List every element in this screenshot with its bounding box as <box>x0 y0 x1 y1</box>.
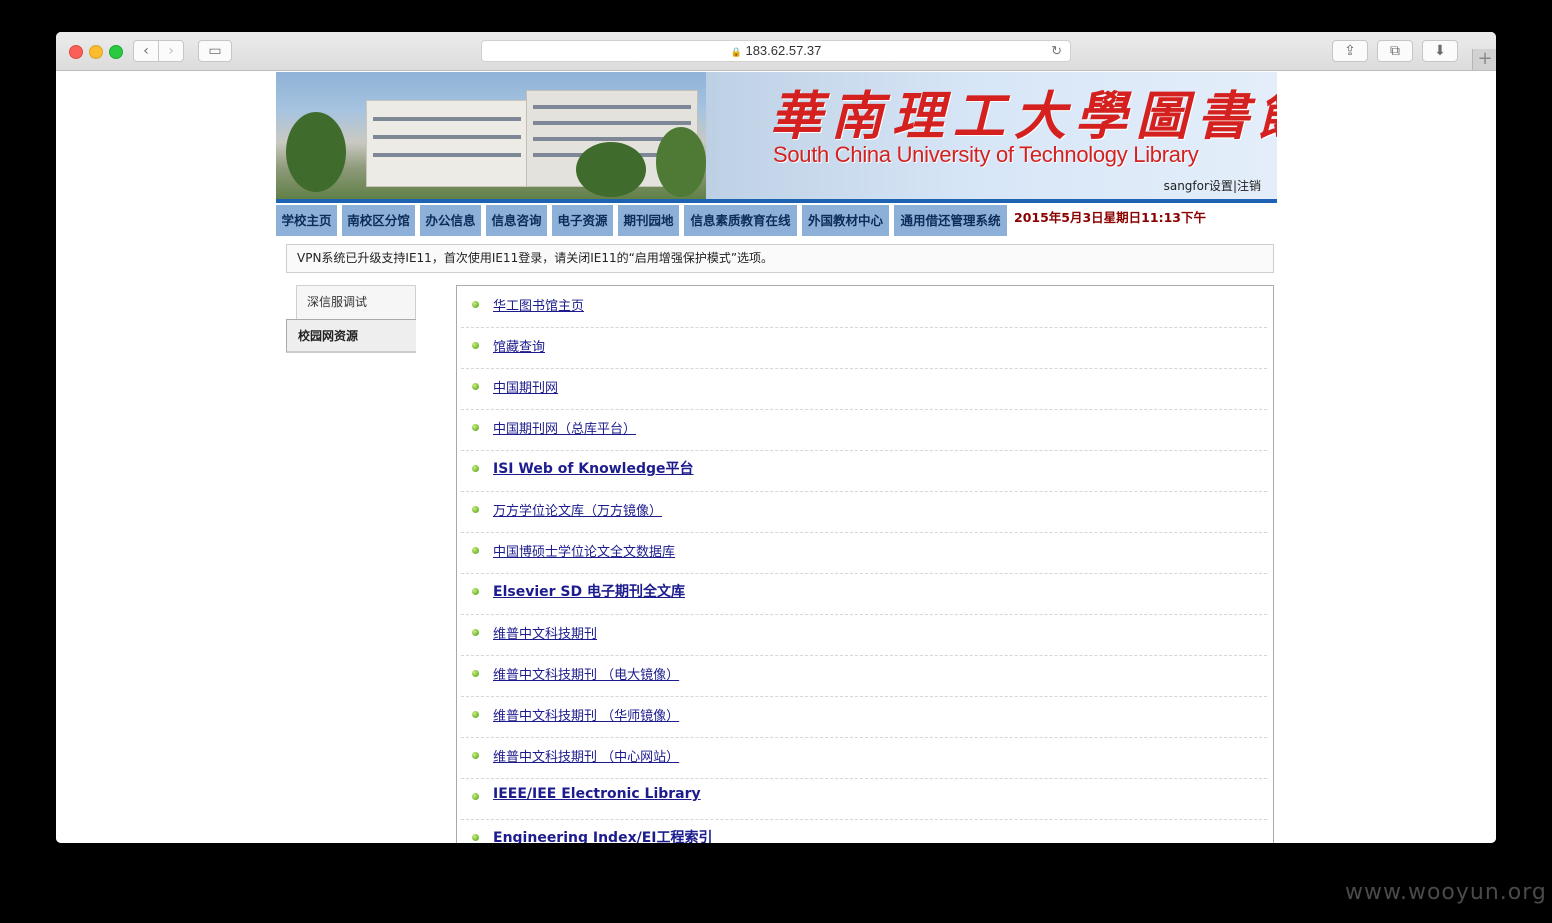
list-item: 中国期刊网（总库平台） <box>461 409 1267 451</box>
lock-icon: 🔒 <box>730 47 742 57</box>
bullet-icon <box>472 752 479 759</box>
bullet-icon <box>472 301 479 308</box>
resource-link[interactable]: Engineering Index/EI工程索引 <box>493 827 712 843</box>
close-window-button[interactable] <box>69 45 83 59</box>
list-item: 维普中文科技期刊 （华师镜像） <box>461 696 1267 738</box>
list-item: Engineering Index/EI工程索引 <box>461 819 1267 843</box>
resource-link[interactable]: IEEE/IEE Electronic Library <box>493 786 701 802</box>
tree-image <box>656 127 706 197</box>
bullet-icon <box>472 711 479 718</box>
library-title-chinese: 華南理工大學圖書館 <box>770 86 1277 147</box>
browser-window: ‹ › ▭ 🔒 183.62.57.37 ↻ ⇪ ⧉ ⬇ + 華南理工大學圖書館… <box>56 32 1496 843</box>
bullet-icon <box>472 670 479 677</box>
library-title-english: South China University of Technology Lib… <box>773 142 1199 167</box>
resource-link[interactable]: 万方学位论文库（万方镜像） <box>493 500 662 519</box>
building-image <box>366 100 528 187</box>
logout-link[interactable]: 注销 <box>1237 179 1261 193</box>
resource-list: 华工图书馆主页 馆藏查询 中国期刊网 中国期刊网（总库平台） ISI Web o… <box>456 285 1274 843</box>
nav-item-circulation-system[interactable]: 通用借还管理系统 <box>894 205 1008 236</box>
current-date: 2015年5月3日星期日11:13下午 <box>1014 210 1206 225</box>
bullet-icon <box>472 834 479 841</box>
bullet-icon <box>472 506 479 513</box>
left-menu-item-campus-resources[interactable]: 校园网资源 <box>286 319 416 353</box>
resource-link[interactable]: 维普中文科技期刊 （华师镜像） <box>493 705 679 724</box>
nav-item-south-campus[interactable]: 南校区分馆 <box>342 205 416 236</box>
bullet-icon <box>472 424 479 431</box>
campus-photo <box>276 72 706 200</box>
downloads-button[interactable]: ⬇ <box>1422 40 1458 62</box>
zoom-window-button[interactable] <box>109 45 123 59</box>
tabs-icon: ⧉ <box>1390 43 1400 59</box>
url-text: 183.62.57.37 <box>745 43 822 58</box>
resource-link[interactable]: 维普中文科技期刊 （中心网站） <box>493 746 679 765</box>
list-item: IEEE/IEE Electronic Library <box>461 778 1267 820</box>
share-icon: ⇪ <box>1344 43 1356 59</box>
tree-image <box>576 142 646 197</box>
resource-link[interactable]: ISI Web of Knowledge平台 <box>493 458 694 478</box>
list-item: Elsevier SD 电子期刊全文库 <box>461 573 1267 615</box>
nav-item-info-consult[interactable]: 信息咨询 <box>486 205 548 236</box>
tree-image <box>286 112 346 192</box>
resource-link[interactable]: 中国期刊网 <box>493 377 558 396</box>
resource-link[interactable]: 维普中文科技期刊 （电大镜像） <box>493 664 679 683</box>
reload-icon[interactable]: ↻ <box>1051 41 1062 61</box>
nav-item-journals[interactable]: 期刊园地 <box>618 205 680 236</box>
tabs-overview-button[interactable]: ⧉ <box>1377 40 1413 62</box>
bullet-icon <box>472 342 479 349</box>
user-links: sangfor设置|注销 <box>1164 177 1261 194</box>
bullet-icon <box>472 383 479 390</box>
list-item: 维普中文科技期刊 （电大镜像） <box>461 655 1267 697</box>
nav-item-office-info[interactable]: 办公信息 <box>420 205 482 236</box>
new-tab-button[interactable]: + <box>1472 49 1496 70</box>
bullet-icon <box>472 588 479 595</box>
list-item: 中国期刊网 <box>461 368 1267 410</box>
nav-item-foreign-textbooks[interactable]: 外国教材中心 <box>802 205 890 236</box>
banner-divider <box>276 199 1277 203</box>
minimize-window-button[interactable] <box>89 45 103 59</box>
resource-link[interactable]: 维普中文科技期刊 <box>493 623 597 642</box>
list-item: 万方学位论文库（万方镜像） <box>461 491 1267 533</box>
back-button[interactable]: ‹ <box>133 40 159 62</box>
browser-toolbar: ‹ › ▭ 🔒 183.62.57.37 ↻ ⇪ ⧉ ⬇ + <box>56 32 1496 71</box>
username: sangfor <box>1163 179 1209 193</box>
resource-link[interactable]: 馆藏查询 <box>493 336 545 355</box>
chevron-right-icon: › <box>168 43 174 59</box>
download-icon: ⬇ <box>1434 43 1446 59</box>
settings-link[interactable]: 设置 <box>1209 179 1233 193</box>
list-item: 中国博硕士学位论文全文数据库 <box>461 532 1267 574</box>
resource-link[interactable]: 华工图书馆主页 <box>493 295 584 314</box>
bullet-icon <box>472 547 479 554</box>
address-bar[interactable]: 🔒 183.62.57.37 ↻ <box>481 40 1071 62</box>
sidebar-icon: ▭ <box>208 43 222 59</box>
list-item: 馆藏查询 <box>461 327 1267 369</box>
library-banner: 華南理工大學圖書館 South China University of Tech… <box>276 72 1277 200</box>
page-content: 華南理工大學圖書館 South China University of Tech… <box>56 71 1496 843</box>
bullet-icon <box>472 793 479 800</box>
left-menu-item-sangfor-debug[interactable]: 深信服调试 <box>296 285 416 319</box>
share-button[interactable]: ⇪ <box>1332 40 1368 62</box>
bullet-icon <box>472 465 479 472</box>
nav-item-school-home[interactable]: 学校主页 <box>276 205 338 236</box>
plus-icon: + <box>1477 48 1493 69</box>
resource-link[interactable]: 中国期刊网（总库平台） <box>493 418 636 437</box>
resource-link[interactable]: Elsevier SD 电子期刊全文库 <box>493 581 685 601</box>
forward-button[interactable]: › <box>158 40 184 62</box>
list-item: 华工图书馆主页 <box>461 286 1267 328</box>
nav-item-info-literacy[interactable]: 信息素质教育在线 <box>684 205 798 236</box>
list-item: 维普中文科技期刊 <box>461 614 1267 656</box>
chevron-left-icon: ‹ <box>143 43 149 59</box>
watermark-text: www.wooyun.org <box>1345 880 1547 905</box>
list-item: ISI Web of Knowledge平台 <box>461 450 1267 492</box>
nav-item-e-resources[interactable]: 电子资源 <box>552 205 614 236</box>
bullet-icon <box>472 629 479 636</box>
sidebar-button[interactable]: ▭ <box>198 40 232 62</box>
list-item: 维普中文科技期刊 （中心网站） <box>461 737 1267 779</box>
resource-link[interactable]: 中国博硕士学位论文全文数据库 <box>493 541 675 560</box>
vpn-notice: VPN系统已升级支持IE11，首次使用IE11登录，请关闭IE11的“启用增强保… <box>286 244 1274 273</box>
